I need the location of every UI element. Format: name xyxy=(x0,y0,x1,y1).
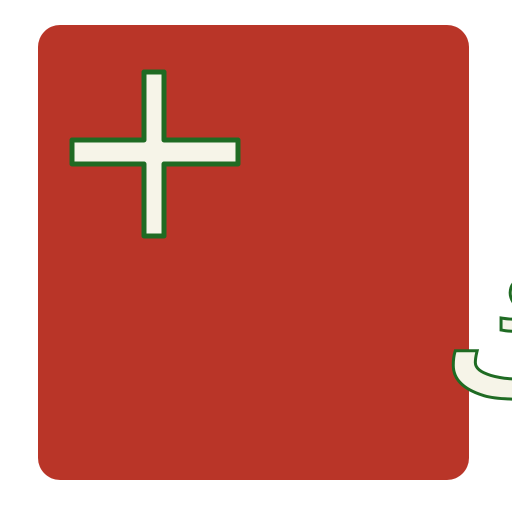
arabic-word-text: باك xyxy=(440,197,512,442)
icon-art: باك xyxy=(69,69,512,445)
plus-icon xyxy=(69,69,241,239)
